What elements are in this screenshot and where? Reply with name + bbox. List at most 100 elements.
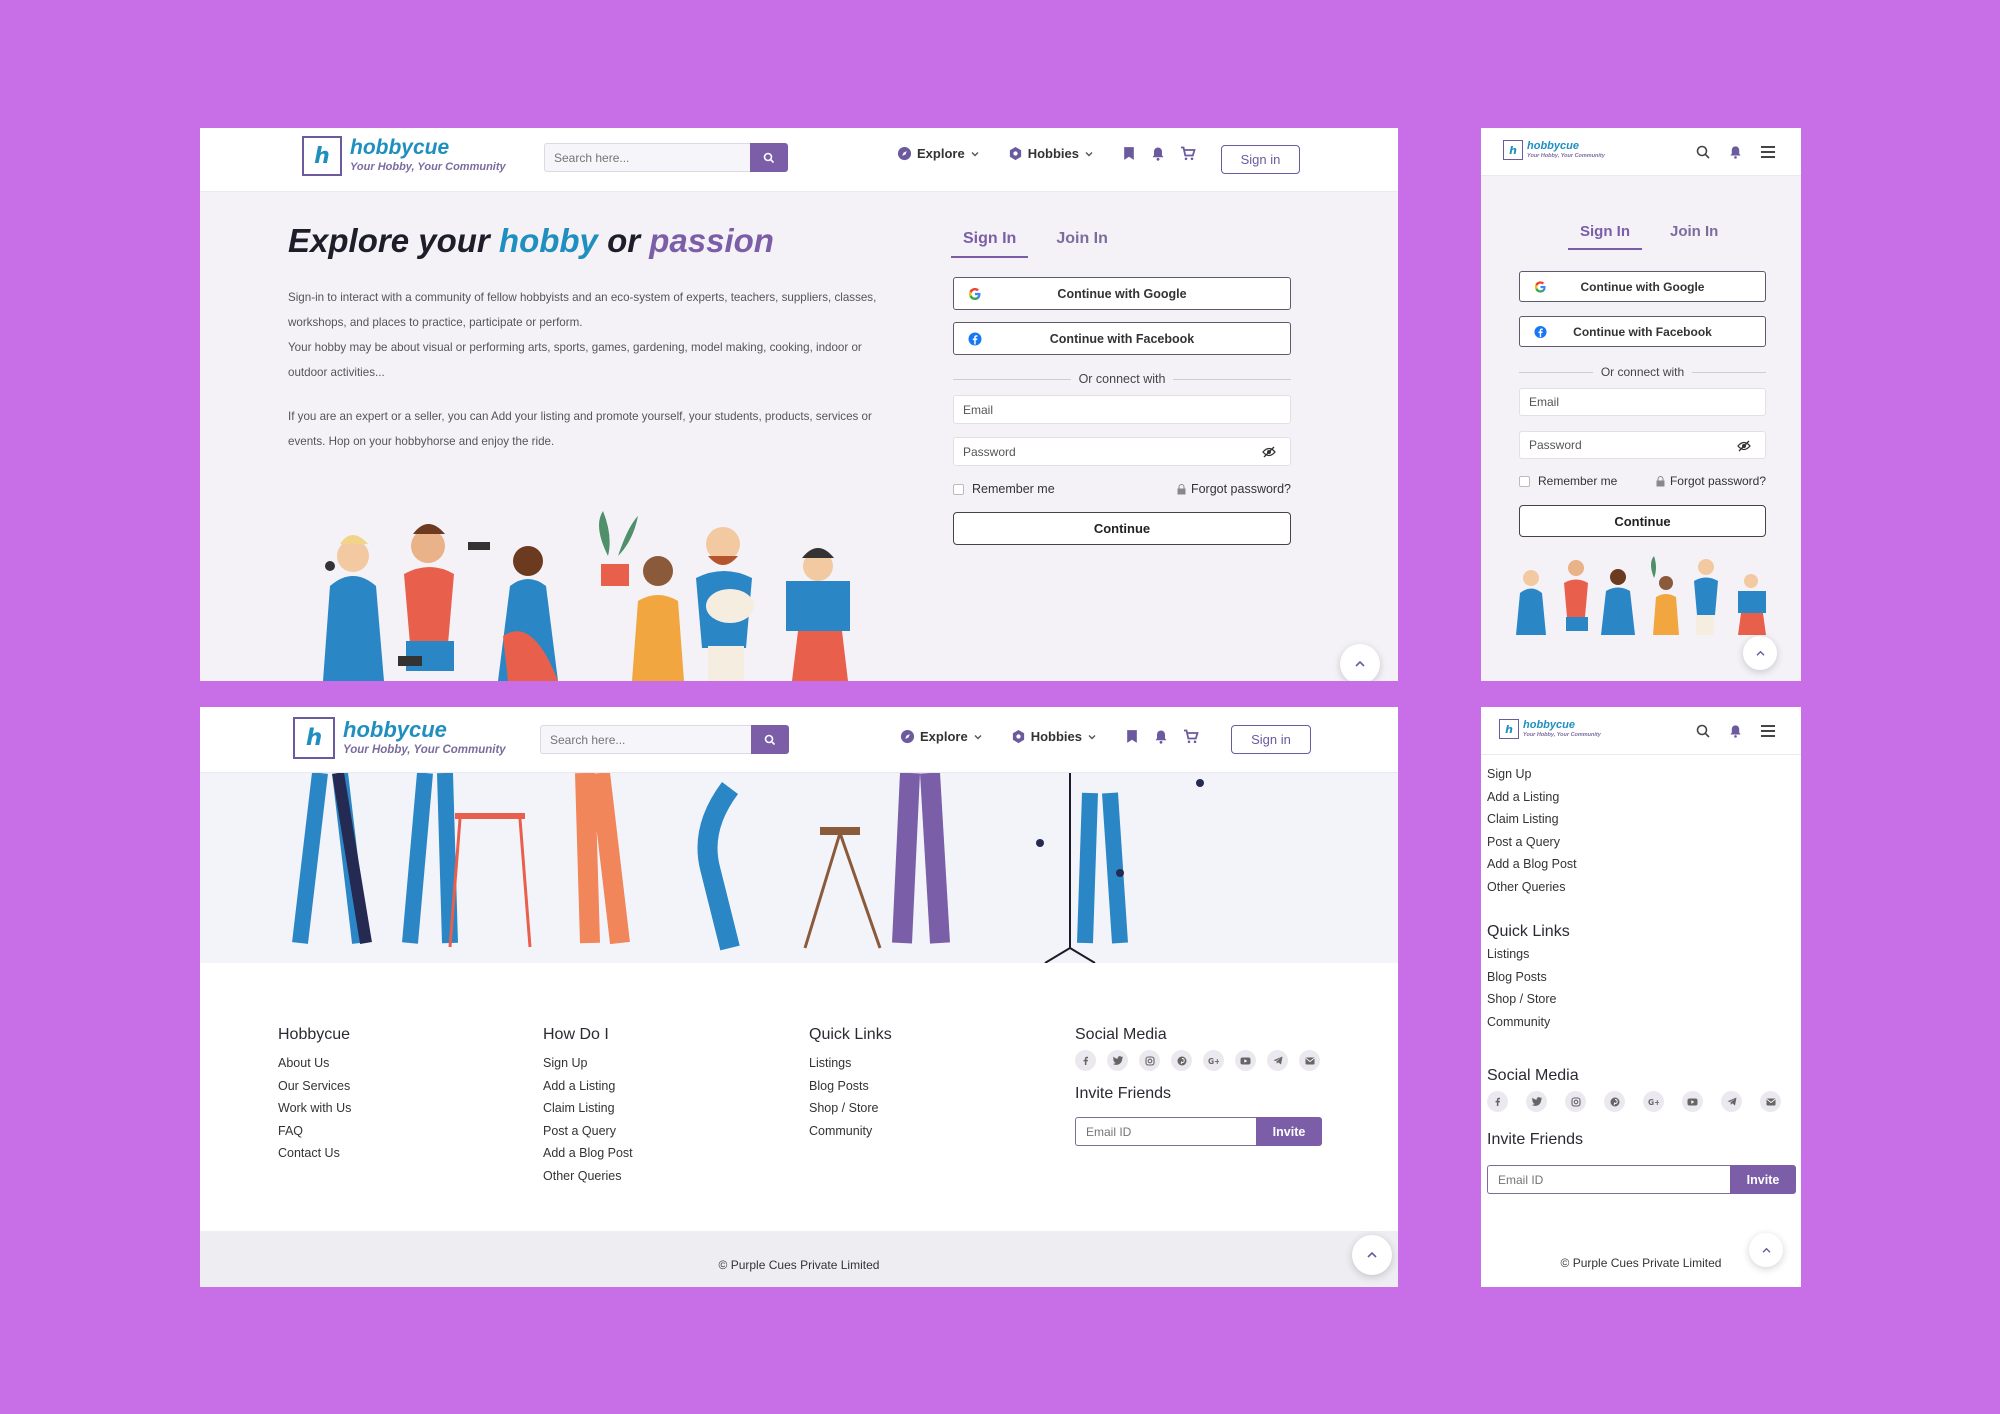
logo[interactable]: h hobbycue Your Hobby, Your Community	[302, 136, 506, 176]
footer-link-faq[interactable]: FAQ	[278, 1120, 351, 1143]
twitter-icon[interactable]	[1526, 1091, 1547, 1112]
bookmark-button[interactable]	[1122, 146, 1136, 161]
hobbies-menu[interactable]: Hobbies	[1011, 729, 1097, 744]
footer-link-other[interactable]: Other Queries	[1487, 876, 1577, 899]
cart-button[interactable]	[1180, 146, 1196, 161]
menu-icon[interactable]	[1761, 725, 1775, 737]
notifications-button[interactable]	[1154, 729, 1168, 744]
bell-icon[interactable]	[1729, 724, 1742, 738]
footer-link-post-query[interactable]: Post a Query	[1487, 831, 1577, 854]
logo[interactable]: h hobbycue Your Hobby, Your Community	[293, 717, 506, 759]
tab-joinin[interactable]: Join In	[1670, 223, 1718, 250]
continue-button[interactable]: Continue	[1519, 505, 1766, 537]
mail-icon[interactable]	[1299, 1050, 1320, 1071]
footer-link-community[interactable]: Community	[1487, 1011, 1570, 1034]
scroll-to-top-button[interactable]	[1743, 636, 1777, 670]
footer-link-blog[interactable]: Blog Posts	[809, 1075, 892, 1098]
invite-button[interactable]: Invite	[1256, 1117, 1322, 1146]
tab-signin[interactable]: Sign In	[1568, 223, 1642, 250]
tab-joinin[interactable]: Join In	[1056, 230, 1108, 258]
remember-me[interactable]: Remember me	[953, 482, 1055, 496]
bookmark-button[interactable]	[1125, 729, 1139, 744]
scroll-to-top-button[interactable]	[1340, 644, 1380, 681]
footer-link-services[interactable]: Our Services	[278, 1075, 351, 1098]
footer-link-blog-post[interactable]: Add a Blog Post	[1487, 853, 1577, 876]
footer-link-work[interactable]: Work with Us	[278, 1097, 351, 1120]
search-icon[interactable]	[1696, 724, 1710, 738]
email-field[interactable]: Email	[1519, 388, 1766, 416]
forgot-password-link[interactable]: Forgot password?	[1177, 482, 1291, 496]
facebook-signin-button[interactable]: Continue with Facebook	[953, 322, 1291, 355]
scroll-to-top-button[interactable]	[1352, 1235, 1392, 1275]
footer-link-about[interactable]: About Us	[278, 1052, 351, 1075]
footer-link-listings[interactable]: Listings	[1487, 943, 1570, 966]
facebook-icon[interactable]	[1487, 1091, 1508, 1112]
telegram-icon[interactable]	[1721, 1091, 1742, 1112]
footer-link-shop[interactable]: Shop / Store	[809, 1097, 892, 1120]
youtube-icon[interactable]	[1235, 1050, 1256, 1071]
google-signin-button[interactable]: Continue with Google	[1519, 271, 1766, 302]
search-button[interactable]	[750, 143, 788, 172]
footer-link-add-listing[interactable]: Add a Listing	[1487, 786, 1577, 809]
password-field[interactable]: Password	[953, 437, 1291, 466]
remember-checkbox[interactable]	[1519, 475, 1530, 487]
facebook-signin-button[interactable]: Continue with Facebook	[1519, 316, 1766, 347]
hobbies-menu[interactable]: Hobbies	[1008, 146, 1094, 161]
logo[interactable]: h hobbycue Your Hobby, Your Community	[1499, 719, 1601, 739]
footer-link-add-listing[interactable]: Add a Listing	[543, 1075, 633, 1098]
mail-icon[interactable]	[1760, 1091, 1781, 1112]
invite-button[interactable]: Invite	[1730, 1165, 1796, 1194]
top-navbar: h hobbycue Your Hobby, Your Community Ex…	[200, 707, 1398, 773]
remember-me[interactable]: Remember me	[1519, 474, 1617, 488]
menu-icon[interactable]	[1761, 146, 1775, 158]
eye-off-icon[interactable]	[1737, 440, 1751, 452]
search-input[interactable]	[544, 143, 750, 172]
footer-link-blog-post[interactable]: Add a Blog Post	[543, 1142, 633, 1165]
logo[interactable]: h hobbycue Your Hobby, Your Community	[1503, 140, 1605, 160]
footer-link-post-query[interactable]: Post a Query	[543, 1120, 633, 1143]
footer-link-shop[interactable]: Shop / Store	[1487, 988, 1570, 1011]
notifications-button[interactable]	[1151, 146, 1165, 161]
instagram-icon[interactable]	[1565, 1091, 1586, 1112]
cart-button[interactable]	[1183, 729, 1199, 744]
footer-link-contact[interactable]: Contact Us	[278, 1142, 351, 1165]
instagram-icon[interactable]	[1139, 1050, 1160, 1071]
email-field[interactable]: Email	[953, 395, 1291, 424]
singer-figure	[323, 535, 384, 681]
google-plus-icon[interactable]: G+	[1643, 1091, 1664, 1112]
telegram-icon[interactable]	[1267, 1050, 1288, 1071]
continue-button[interactable]: Continue	[953, 512, 1291, 545]
remember-label: Remember me	[972, 482, 1055, 496]
explore-menu[interactable]: Explore	[900, 729, 983, 744]
search-input[interactable]	[540, 725, 751, 754]
footer-link-signup[interactable]: Sign Up	[543, 1052, 633, 1075]
explore-menu[interactable]: Explore	[897, 146, 980, 161]
pinterest-icon[interactable]	[1171, 1050, 1192, 1071]
forgot-password-link[interactable]: Forgot password?	[1656, 474, 1766, 488]
remember-checkbox[interactable]	[953, 483, 964, 495]
facebook-icon[interactable]	[1075, 1050, 1096, 1071]
scroll-to-top-button[interactable]	[1749, 1233, 1783, 1267]
footer-link-listings[interactable]: Listings	[809, 1052, 892, 1075]
footer-link-claim[interactable]: Claim Listing	[543, 1097, 633, 1120]
pinterest-icon[interactable]	[1604, 1091, 1625, 1112]
signin-button[interactable]: Sign in	[1231, 725, 1311, 754]
invite-email-input[interactable]	[1487, 1165, 1730, 1194]
google-signin-button[interactable]: Continue with Google	[953, 277, 1291, 310]
footer-link-signup[interactable]: Sign Up	[1487, 763, 1577, 786]
signin-button[interactable]: Sign in	[1221, 145, 1300, 174]
search-button[interactable]	[751, 725, 789, 754]
password-field[interactable]: Password	[1519, 431, 1766, 459]
google-plus-icon[interactable]: G+	[1203, 1050, 1224, 1071]
search-icon[interactable]	[1696, 145, 1710, 159]
footer-link-other[interactable]: Other Queries	[543, 1165, 633, 1188]
footer-link-blog[interactable]: Blog Posts	[1487, 966, 1570, 989]
footer-link-community[interactable]: Community	[809, 1120, 892, 1143]
bell-icon[interactable]	[1729, 145, 1742, 159]
invite-email-input[interactable]	[1075, 1117, 1256, 1146]
twitter-icon[interactable]	[1107, 1050, 1128, 1071]
eye-off-icon[interactable]	[1262, 446, 1276, 458]
footer-link-claim[interactable]: Claim Listing	[1487, 808, 1577, 831]
tab-signin[interactable]: Sign In	[951, 230, 1029, 258]
youtube-icon[interactable]	[1682, 1091, 1703, 1112]
